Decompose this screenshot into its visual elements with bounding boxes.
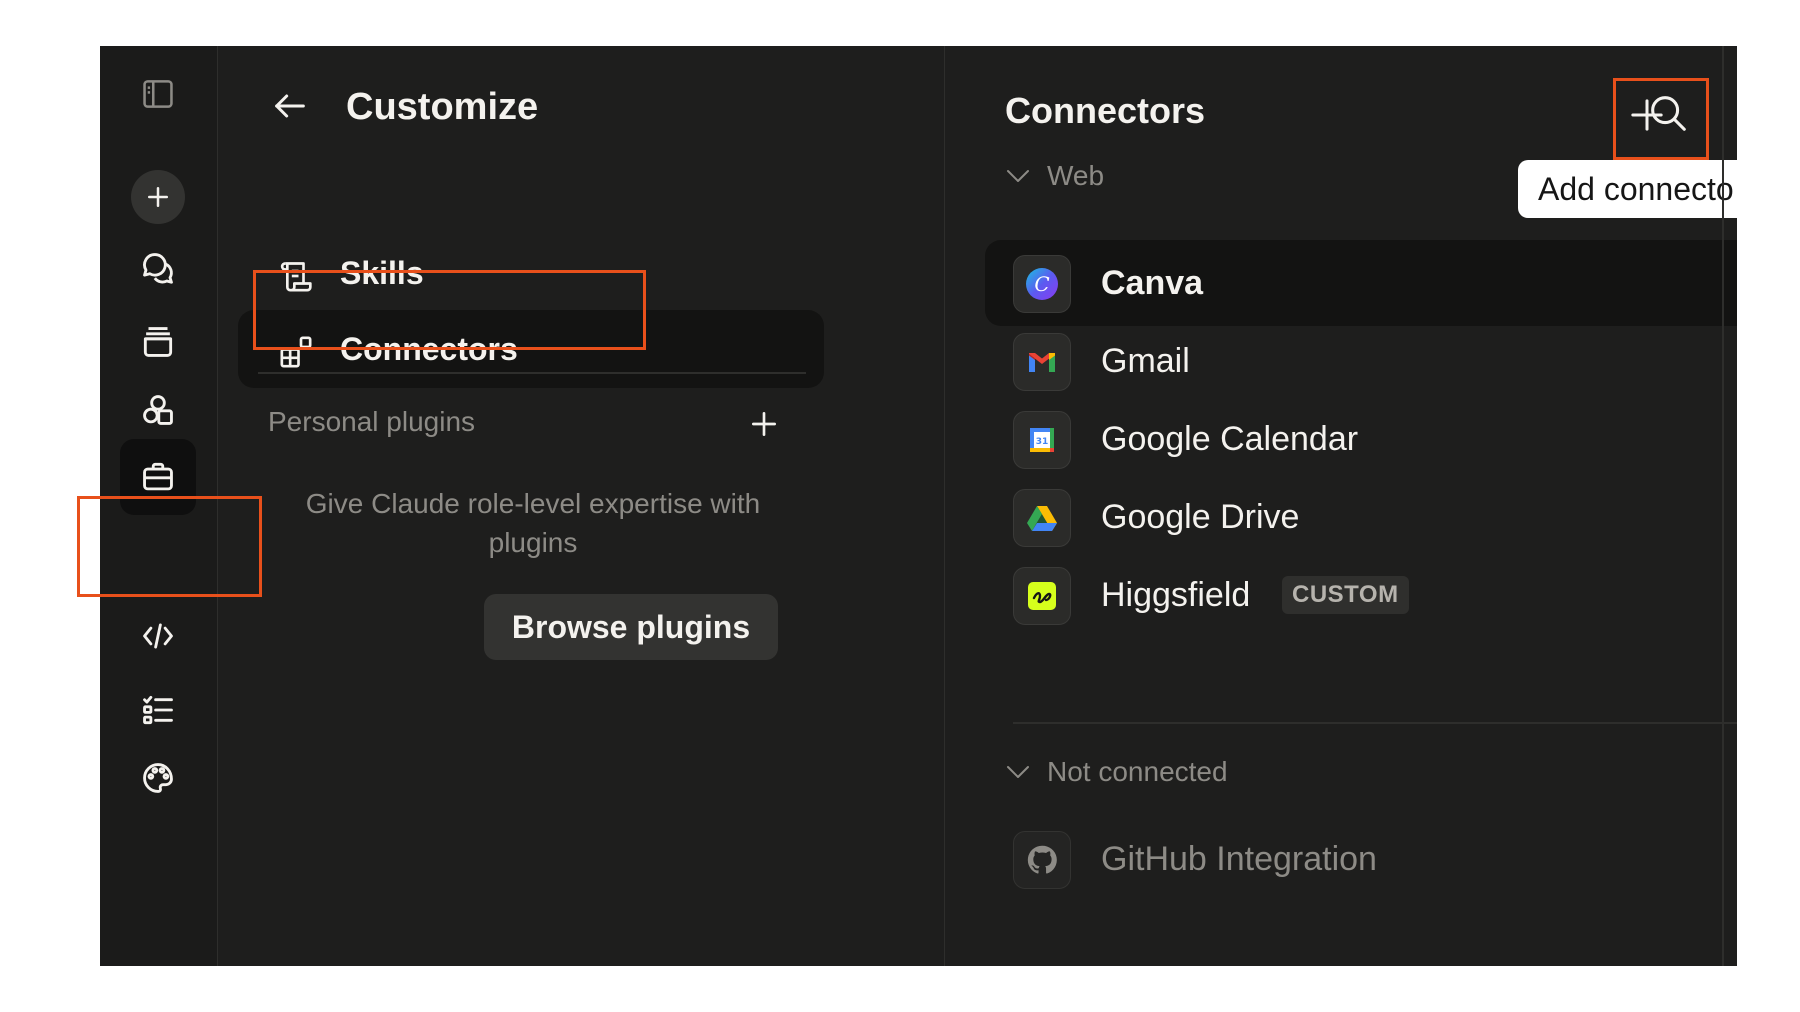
connectors-title: Connectors bbox=[1005, 90, 1206, 131]
connector-row-higgsfield[interactable]: Higgsfield CUSTOM bbox=[985, 552, 1737, 638]
chevron-down-icon bbox=[1007, 766, 1029, 778]
customize-title: Customize bbox=[346, 86, 539, 128]
divider bbox=[1013, 722, 1737, 724]
sidebar-toggle-icon bbox=[143, 80, 173, 108]
connector-row-canva[interactable]: C Canva bbox=[985, 240, 1737, 326]
new-chat-button[interactable] bbox=[131, 170, 185, 224]
app-window: Customize Skills Connectors Personal plu… bbox=[100, 46, 1737, 966]
highlight-box-connectors bbox=[253, 270, 646, 350]
custom-badge: CUSTOM bbox=[1282, 576, 1409, 614]
connector-name: Higgsfield bbox=[1101, 576, 1251, 614]
canva-icon: C bbox=[1013, 255, 1071, 313]
highlight-box-add-connector bbox=[1613, 78, 1709, 160]
connector-name: Google Drive bbox=[1101, 498, 1300, 536]
divider bbox=[258, 372, 806, 374]
group-label: Web bbox=[1047, 160, 1105, 191]
google-calendar-icon: 31 bbox=[1013, 411, 1071, 469]
artifacts-button[interactable] bbox=[132, 384, 184, 436]
chats-icon bbox=[143, 253, 173, 284]
back-arrow-icon[interactable] bbox=[270, 86, 310, 126]
google-drive-icon bbox=[1013, 489, 1071, 547]
connector-row-google-calendar[interactable]: 31 Google Calendar bbox=[985, 396, 1737, 482]
github-icon bbox=[1013, 831, 1071, 889]
palette-icon bbox=[143, 763, 173, 793]
sidebar-toggle-button[interactable] bbox=[132, 68, 184, 120]
connector-row-gmail[interactable]: Gmail bbox=[985, 318, 1737, 404]
chevron-down-icon bbox=[1007, 170, 1029, 182]
briefcase-icon bbox=[143, 462, 173, 491]
personal-plugins-heading: Personal plugins bbox=[268, 406, 476, 437]
svg-text:31: 31 bbox=[1036, 437, 1049, 447]
group-label: Not connected bbox=[1047, 756, 1228, 787]
connector-name: Canva bbox=[1101, 264, 1204, 302]
group-toggle-not-connected[interactable]: Not connected bbox=[1003, 756, 1228, 788]
code-button[interactable] bbox=[132, 610, 184, 662]
artifacts-icon bbox=[143, 395, 173, 425]
projects-button[interactable] bbox=[132, 316, 184, 368]
connector-row-github[interactable]: GitHub Integration bbox=[985, 816, 1737, 902]
projects-icon bbox=[143, 327, 173, 357]
code-icon bbox=[143, 623, 173, 649]
group-toggle-web[interactable]: Web bbox=[1003, 160, 1104, 192]
connector-name: GitHub Integration bbox=[1101, 840, 1377, 878]
browse-plugins-button[interactable]: Browse plugins bbox=[484, 594, 778, 660]
highlight-box-customize bbox=[77, 496, 262, 597]
connector-name: Google Calendar bbox=[1101, 420, 1359, 458]
add-plugin-icon[interactable] bbox=[748, 408, 780, 440]
plus-icon bbox=[148, 187, 168, 207]
svg-text:C: C bbox=[1034, 272, 1049, 296]
higgsfield-icon bbox=[1013, 567, 1071, 625]
gmail-icon bbox=[1013, 333, 1071, 391]
divider bbox=[1722, 46, 1724, 966]
appearance-button[interactable] bbox=[132, 752, 184, 804]
tasks-button[interactable] bbox=[132, 684, 184, 736]
checklist-icon bbox=[143, 695, 173, 725]
connector-name: Gmail bbox=[1101, 342, 1190, 380]
chats-button[interactable] bbox=[132, 242, 184, 294]
customize-panel: Customize Skills Connectors Personal plu… bbox=[218, 46, 945, 966]
connectors-panel: Connectors Web C Canva Gmail 31 Google C… bbox=[945, 46, 1737, 966]
connector-row-google-drive[interactable]: Google Drive bbox=[985, 474, 1737, 560]
plugins-description: Give Claude role-level expertise with pl… bbox=[305, 488, 761, 558]
